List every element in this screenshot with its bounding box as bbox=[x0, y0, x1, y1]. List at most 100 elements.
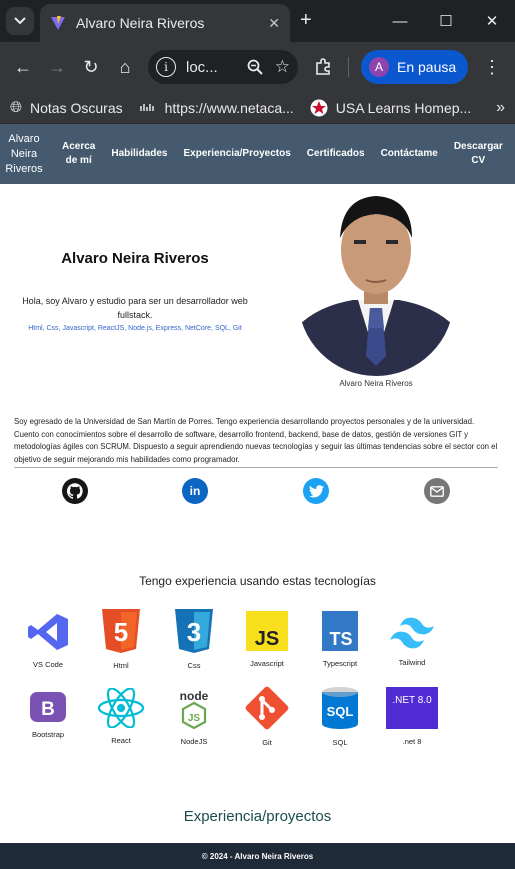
nav-item-habilidades[interactable]: Habilidades bbox=[103, 147, 175, 161]
site-navbar: Alvaro Neira Riveros Acerca de mí Habili… bbox=[0, 124, 515, 184]
browser-tab[interactable]: Alvaro Neira Riveros ✕ bbox=[40, 4, 290, 42]
tech-label: Tailwind bbox=[398, 658, 426, 667]
linkedin-icon: in bbox=[189, 484, 201, 498]
forward-button[interactable]: → bbox=[40, 50, 74, 84]
minimize-button[interactable]: — bbox=[377, 13, 423, 30]
css3-icon: 3 bbox=[175, 609, 213, 653]
svg-text:3: 3 bbox=[187, 617, 201, 647]
tech-javascript: JS Javascript bbox=[237, 611, 297, 668]
tech-html: 5 Html bbox=[91, 609, 151, 670]
experience-section-title: Experiencia/proyectos bbox=[183, 808, 332, 825]
tech-css: 3 Css bbox=[164, 609, 224, 670]
hero-tech-list: Html, Css, Javascript, ReactJS, Node.js,… bbox=[28, 325, 242, 332]
github-link[interactable] bbox=[62, 478, 88, 504]
browser-toolbar: ← → ↻ ⌂ i loc... ☆ A En pausa ⋮ bbox=[0, 42, 515, 92]
tech-label: Bootstrap bbox=[31, 730, 65, 739]
svg-text:.NET 8.0: .NET 8.0 bbox=[392, 695, 432, 706]
hero-name: Alvaro Neira Riveros bbox=[61, 250, 209, 267]
profile-photo bbox=[298, 188, 454, 376]
bookmark-label: Notas Oscuras bbox=[30, 99, 123, 116]
vite-favicon-icon bbox=[51, 16, 65, 30]
nav-item-contactame[interactable]: Contáctame bbox=[373, 147, 446, 161]
typescript-icon: TS bbox=[322, 611, 358, 651]
globe-icon: 🌐︎ bbox=[10, 99, 23, 116]
dotnet-icon: .NET 8.0 bbox=[386, 687, 438, 729]
svg-text:5: 5 bbox=[114, 617, 128, 647]
star-icon bbox=[310, 99, 328, 116]
bookmark-label: USA Learns Homep... bbox=[335, 99, 472, 116]
tech-sql: SQL SQL bbox=[310, 686, 370, 747]
extensions-icon[interactable] bbox=[306, 50, 340, 84]
toolbar-separator bbox=[348, 57, 349, 77]
reload-button[interactable]: ↻ bbox=[74, 50, 108, 84]
svg-text:SQL: SQL bbox=[327, 704, 354, 719]
nav-item-acerca[interactable]: Acerca de mí bbox=[54, 140, 103, 168]
mail-icon bbox=[430, 485, 444, 497]
bookmark-netacad[interactable]: https://www.netaca... bbox=[139, 100, 294, 116]
tech-label: Typescript bbox=[322, 659, 358, 668]
twitter-icon bbox=[308, 484, 324, 497]
maximize-button[interactable]: ☐ bbox=[423, 12, 469, 30]
bookmarks-overflow-icon[interactable]: » bbox=[496, 99, 505, 117]
about-text: Soy egresado de la Universidad de San Ma… bbox=[14, 417, 498, 464]
sql-icon: SQL bbox=[322, 687, 358, 729]
hero-intro: Hola, soy Alvaro y estudio para ser un d… bbox=[22, 296, 248, 320]
close-tab-icon[interactable]: ✕ bbox=[268, 15, 280, 32]
profile-button[interactable]: A En pausa bbox=[361, 50, 469, 84]
url-text: loc... bbox=[186, 58, 218, 76]
twitter-link[interactable] bbox=[303, 478, 329, 504]
back-button[interactable]: ← bbox=[6, 50, 40, 84]
svg-text:node: node bbox=[180, 689, 209, 703]
avatar: A bbox=[369, 57, 389, 77]
tech-label: .net 8 bbox=[402, 737, 422, 746]
browser-tab-strip: Alvaro Neira Riveros ✕ + — ☐ ✕ bbox=[0, 0, 515, 42]
nav-item-certificados[interactable]: Certificados bbox=[299, 147, 373, 161]
vscode-icon bbox=[28, 614, 68, 650]
tech-label: React bbox=[111, 736, 131, 745]
photo-caption: Alvaro Neira Riveros bbox=[339, 379, 413, 388]
nav-item-experiencia[interactable]: Experiencia/Proyectos bbox=[176, 147, 299, 161]
svg-text:JS: JS bbox=[255, 628, 279, 650]
javascript-icon: JS bbox=[246, 611, 288, 651]
bootstrap-icon: B bbox=[30, 692, 66, 722]
git-icon bbox=[245, 686, 289, 730]
tech-label: NodeJS bbox=[180, 737, 208, 746]
tech-bootstrap: B Bootstrap bbox=[18, 692, 78, 739]
bookmark-star-icon[interactable]: ☆ bbox=[275, 57, 290, 77]
profile-label: En pausa bbox=[397, 59, 457, 75]
tech-tailwind: Tailwind bbox=[382, 614, 442, 667]
tab-title: Alvaro Neira Riveros bbox=[76, 15, 205, 31]
email-link[interactable] bbox=[424, 478, 450, 504]
tech-section-title: Tengo experiencia usando estas tecnologí… bbox=[139, 574, 376, 588]
nav-item-descargar-cv[interactable]: Descargar CV bbox=[446, 140, 511, 168]
tech-label: Git bbox=[262, 738, 272, 747]
nodejs-icon: node JS bbox=[180, 689, 209, 730]
linkedin-link[interactable]: in bbox=[182, 478, 208, 504]
site-info-icon[interactable]: i bbox=[156, 57, 176, 77]
tech-label: Html bbox=[113, 661, 129, 670]
react-icon bbox=[97, 687, 145, 729]
github-icon bbox=[67, 483, 83, 499]
tech-label: SQL bbox=[332, 738, 348, 747]
tech-typescript: TS Typescript bbox=[310, 611, 370, 668]
tech-nodejs: node JS NodeJS bbox=[164, 689, 224, 746]
more-menu-icon[interactable]: ⋮ bbox=[475, 50, 509, 84]
tech-react: React bbox=[91, 687, 151, 745]
html5-icon: 5 bbox=[102, 609, 140, 653]
nav-brand[interactable]: Alvaro Neira Riveros bbox=[0, 132, 48, 177]
divider bbox=[14, 467, 498, 468]
tech-dotnet: .NET 8.0 .net 8 bbox=[382, 687, 442, 746]
home-button[interactable]: ⌂ bbox=[108, 50, 142, 84]
new-tab-button[interactable]: + bbox=[300, 9, 312, 32]
zoom-icon[interactable] bbox=[247, 59, 263, 75]
chevron-down-icon bbox=[14, 17, 26, 25]
cisco-icon bbox=[139, 103, 154, 111]
close-window-button[interactable]: ✕ bbox=[469, 12, 515, 30]
address-bar[interactable]: i loc... ☆ bbox=[148, 50, 298, 84]
svg-text:JS: JS bbox=[188, 713, 201, 724]
tab-search-button[interactable] bbox=[6, 7, 34, 35]
bookmark-usa-learns[interactable]: USA Learns Homep... bbox=[310, 99, 471, 117]
bookmark-label: https://www.netaca... bbox=[164, 99, 294, 116]
bookmarks-bar: 🌐︎ Notas Oscuras https://www.netaca... U… bbox=[0, 92, 515, 124]
bookmark-notas-oscuras[interactable]: 🌐︎ Notas Oscuras bbox=[10, 99, 123, 116]
